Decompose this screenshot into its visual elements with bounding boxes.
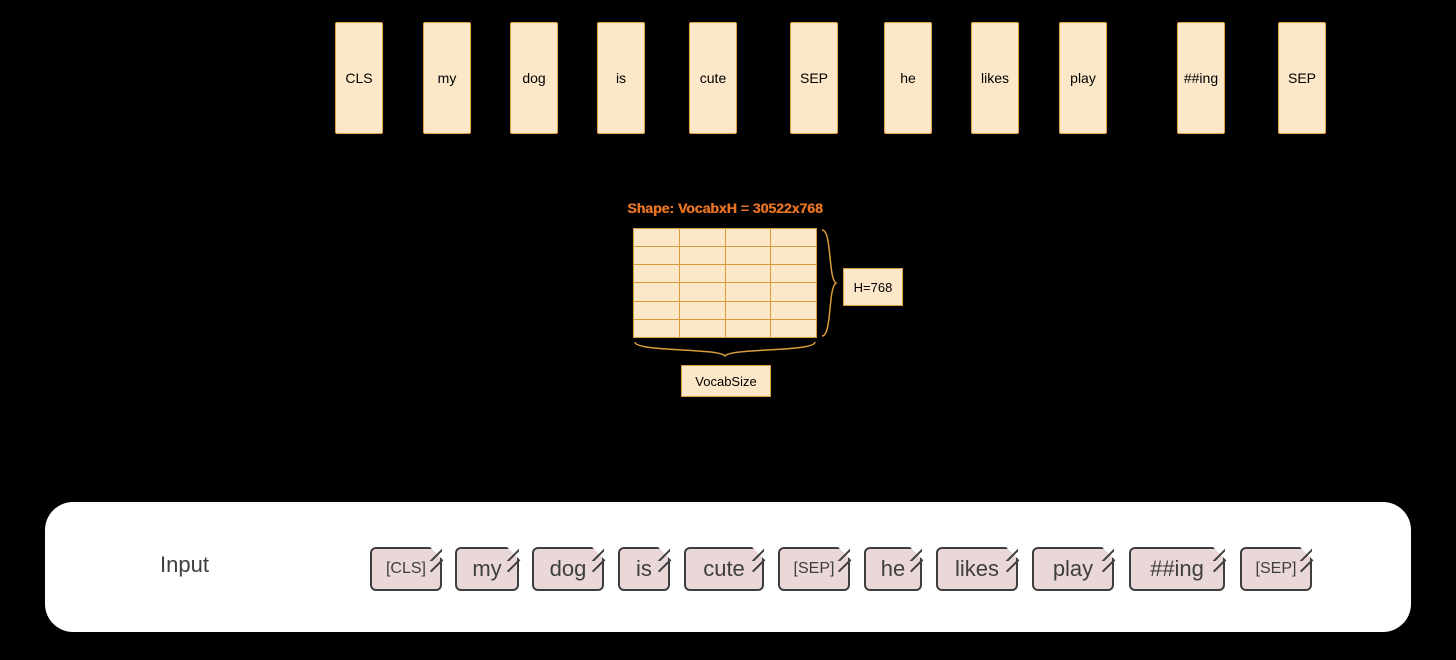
embedding-token: dog	[510, 22, 558, 134]
vocab-dimension-label: VocabSize	[681, 365, 771, 397]
word-token: is	[618, 547, 670, 591]
h-dimension-label: H=768	[843, 268, 903, 306]
special-token: [SEP]	[778, 547, 850, 591]
word-token: ##ing	[1129, 547, 1225, 591]
matrix-shape-caption: Shape: VocabxH = 30522x768	[605, 200, 845, 216]
token-text: he	[881, 556, 905, 582]
word-token: my	[455, 547, 519, 591]
word-token: likes	[936, 547, 1018, 591]
embedding-token: cute	[689, 22, 737, 134]
token-text: [SEP]	[1256, 560, 1297, 578]
embedding-token: is	[597, 22, 645, 134]
embedding-token: he	[884, 22, 932, 134]
embedding-token: CLS	[335, 22, 383, 134]
token-text: likes	[955, 556, 999, 582]
token-text: ##ing	[1150, 556, 1204, 582]
embedding-token: SEP	[790, 22, 838, 134]
word-token: he	[864, 547, 922, 591]
embedding-token: likes	[971, 22, 1019, 134]
brace-bottom-icon	[633, 340, 817, 358]
token-text: is	[636, 556, 652, 582]
embedding-token: SEP	[1278, 22, 1326, 134]
token-text: play	[1053, 556, 1093, 582]
word-token: dog	[532, 547, 604, 591]
embedding-token: ##ing	[1177, 22, 1225, 134]
embedding-token: my	[423, 22, 471, 134]
token-text: cute	[703, 556, 745, 582]
embedding-matrix-area: Shape: VocabxH = 30522x768 H=768 VocabSi…	[605, 200, 885, 420]
embedding-row: CLS mydogiscute SEP helikes play ##ing SEP	[0, 22, 1456, 142]
embedding-token: play	[1059, 22, 1107, 134]
special-token: [SEP]	[1240, 547, 1312, 591]
token-text: dog	[550, 556, 587, 582]
embedding-matrix-grid	[633, 228, 817, 338]
word-token: cute	[684, 547, 764, 591]
word-token: play	[1032, 547, 1114, 591]
input-token-row: [CLS] my dog is cute [SEP] he likes play ##ing [SE…	[45, 547, 1411, 597]
diagram-canvas: CLSmydogiscuteSEPhelikesplay##ingSEP Sha…	[0, 0, 1456, 660]
token-text: my	[472, 556, 501, 582]
input-panel: Input [CLS]mydogiscute[SEP]helikesplay##…	[45, 502, 1411, 632]
token-text: [SEP]	[794, 560, 835, 578]
token-text: [CLS]	[386, 560, 426, 578]
brace-right-icon	[820, 228, 838, 338]
special-token: [CLS]	[370, 547, 442, 591]
